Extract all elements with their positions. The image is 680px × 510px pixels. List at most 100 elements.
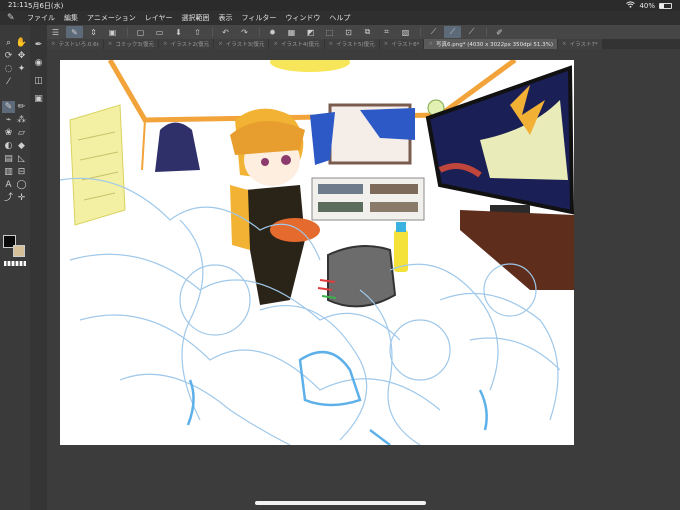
menu-view[interactable]: 表示 <box>219 13 233 23</box>
toolbar-divider <box>486 27 487 37</box>
tab-4[interactable]: × イラスト4(復元 <box>269 39 324 49</box>
tab-8[interactable]: × イラスト7* <box>558 39 602 49</box>
app-logo-icon[interactable]: ✎ <box>7 13 19 23</box>
pen-mode-icon[interactable]: ✎ <box>66 26 83 38</box>
ruler-icon[interactable]: ⊟ <box>15 166 28 178</box>
close-icon[interactable]: × <box>218 41 223 47</box>
navigator-icon[interactable]: ▣ <box>32 93 45 105</box>
clear-layer-icon[interactable]: ▦ <box>283 26 300 38</box>
pen-tool-icon[interactable]: ✎ <box>2 101 15 113</box>
snap-ruler-icon[interactable]: ⟋ <box>444 26 461 38</box>
new-file-icon[interactable]: ▢ <box>132 26 149 38</box>
lasso-icon[interactable]: ◌ <box>2 63 15 75</box>
subtool-pen-icon[interactable]: ✒ <box>32 39 45 51</box>
tab-label: コミック3(復元 <box>115 42 155 48</box>
tab-label: イラスト6* <box>391 42 420 48</box>
close-icon[interactable]: × <box>384 41 389 47</box>
document-tabs: × テストいろ.0.6t × コミック3(復元 × イラスト2(復元 × イラスト3(復… <box>47 39 680 49</box>
close-icon[interactable]: × <box>329 41 334 47</box>
hand-icon[interactable]: ✋ <box>15 37 28 49</box>
zoom-icon[interactable]: ⌕ <box>2 37 15 49</box>
status-time: 21:11 <box>8 1 29 9</box>
crop-icon[interactable]: ⌗ <box>378 26 395 38</box>
tab-label: 写真6.png* (4030 x 3022px 350dpi 51.3%) <box>436 42 553 48</box>
correct-line-icon[interactable]: ⤴ <box>2 192 15 204</box>
menu-bar: ✎ ファイル 編集 アニメーション レイヤー 選択範囲 表示 フィルター ウィン… <box>0 11 680 25</box>
menu-filter[interactable]: フィルター <box>242 13 277 23</box>
tab-7-active[interactable]: × 写真6.png* (4030 x 3022px 350dpi 51.3%) <box>424 39 557 49</box>
deselect-icon[interactable]: ⊡ <box>340 26 357 38</box>
decoration-icon[interactable]: ❀ <box>2 127 15 139</box>
close-icon[interactable]: × <box>273 41 278 47</box>
magic-wand-icon[interactable]: ✦ <box>15 63 28 75</box>
rotate-icon[interactable]: ⟳ <box>2 50 15 62</box>
settings-icon[interactable]: ✹ <box>264 26 281 38</box>
undo-icon[interactable]: ↶ <box>217 26 234 38</box>
menu-help[interactable]: ヘルプ <box>329 13 350 23</box>
move-icon[interactable]: ✥ <box>15 50 28 62</box>
open-folder-icon[interactable]: ▭ <box>151 26 168 38</box>
status-date: 5月6日(水) <box>28 2 64 10</box>
canvas-area[interactable] <box>47 49 680 510</box>
pencil-icon[interactable]: ✏ <box>15 101 28 113</box>
tab-1[interactable]: × コミック3(復元 <box>103 39 159 49</box>
tab-label: イラスト5(復元 <box>336 42 375 48</box>
tab-2[interactable]: × イラスト2(復元 <box>159 39 214 49</box>
menu-edit[interactable]: 編集 <box>64 13 78 23</box>
eraser-icon[interactable]: ▱ <box>15 127 28 139</box>
tab-label: イラスト7* <box>569 42 598 48</box>
edit-icon[interactable]: ✐ <box>491 26 508 38</box>
eyedropper-icon[interactable]: ⁄ <box>2 76 15 88</box>
text-icon[interactable]: A <box>2 179 15 191</box>
redo-icon[interactable]: ↷ <box>236 26 253 38</box>
tab-label: テストいろ.0.6t <box>58 42 99 48</box>
tab-6[interactable]: × イラスト6* <box>379 39 424 49</box>
command-bar: ☰ ✎ ⇕ ▣ ▢ ▭ ⬇ ⇧ ↶ ↷ ✹ ▦ ◩ ⬚ ⊡ ⧉ ⌗ ▧ ⟋ ⟋ … <box>47 25 680 39</box>
home-indicator[interactable] <box>255 501 426 505</box>
menu-hamburger-icon[interactable]: ☰ <box>47 26 64 38</box>
select-all-icon[interactable]: ▧ <box>397 26 414 38</box>
tab-5[interactable]: × イラスト5(復元 <box>324 39 379 49</box>
close-icon[interactable]: × <box>163 41 168 47</box>
layer-icon[interactable]: ◫ <box>32 75 45 87</box>
close-icon[interactable]: × <box>562 41 567 47</box>
menu-window[interactable]: ウィンドウ <box>285 13 320 23</box>
gradient-icon[interactable]: ▤ <box>2 153 15 165</box>
figure-icon[interactable]: ◺ <box>15 153 28 165</box>
subtool-column: ✒ ◉ ◫ ▣ <box>30 25 47 510</box>
menu-layer[interactable]: レイヤー <box>145 13 173 23</box>
select-invert-icon[interactable]: ⧉ <box>359 26 376 38</box>
close-icon[interactable]: × <box>428 41 433 47</box>
toolbar-divider <box>259 27 260 37</box>
stepper-icon[interactable]: ⇕ <box>85 26 102 38</box>
balloon-icon[interactable]: ◯ <box>15 179 28 191</box>
snap-line-icon[interactable]: ⟋ <box>425 26 442 38</box>
sub-color-swatch[interactable] <box>13 245 25 257</box>
brush-icon[interactable]: ⌁ <box>2 114 15 126</box>
fill-bucket-icon[interactable]: ◆ <box>15 140 28 152</box>
toolbar-divider <box>127 27 128 37</box>
tab-0[interactable]: × テストいろ.0.6t <box>47 39 103 49</box>
menu-file[interactable]: ファイル <box>27 13 55 23</box>
subtool-color-icon[interactable]: ◉ <box>32 57 45 69</box>
transform-icon[interactable]: ⬚ <box>321 26 338 38</box>
status-right: 40% <box>626 1 672 10</box>
close-icon[interactable]: × <box>51 41 56 47</box>
drawing-canvas[interactable] <box>60 60 574 445</box>
save-icon[interactable]: ⬇ <box>170 26 187 38</box>
tab-3[interactable]: × イラスト3(復元 <box>214 39 269 49</box>
transparent-color-swatch[interactable] <box>4 261 26 266</box>
toolbar-divider <box>212 27 213 37</box>
menu-animation[interactable]: アニメーション <box>87 13 136 23</box>
menu-selection[interactable]: 選択範囲 <box>182 13 210 23</box>
fill-icon[interactable]: ◩ <box>302 26 319 38</box>
export-icon[interactable]: ⇧ <box>189 26 206 38</box>
operation-icon[interactable]: ✛ <box>15 192 28 204</box>
frame-icon[interactable]: ▥ <box>2 166 15 178</box>
blend-icon[interactable]: ◐ <box>2 140 15 152</box>
gallery-icon[interactable]: ▣ <box>104 26 121 38</box>
close-icon[interactable]: × <box>108 41 113 47</box>
snap-special-icon[interactable]: ⟋ <box>463 26 480 38</box>
airbrush-icon[interactable]: ⁂ <box>15 114 28 126</box>
status-bar: 21:11 5月6日(水) 40% <box>0 0 680 11</box>
